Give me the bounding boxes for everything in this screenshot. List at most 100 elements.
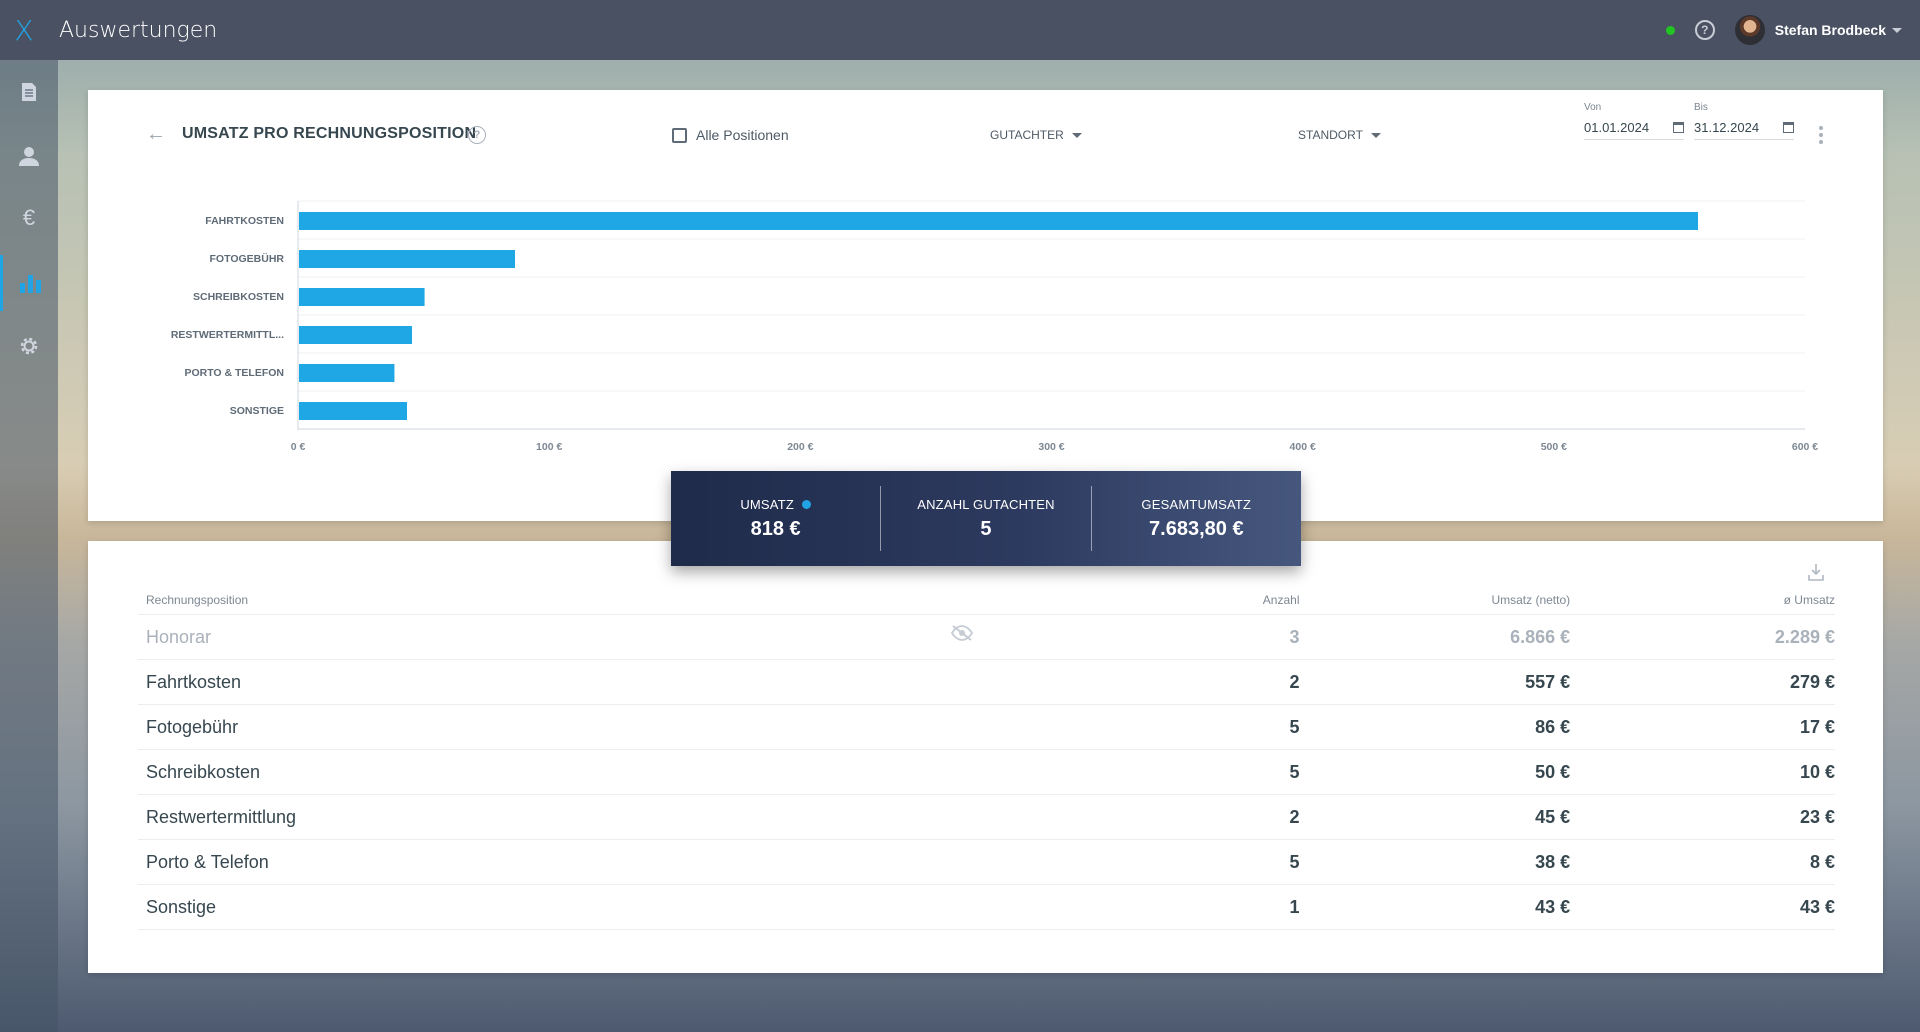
revenue-value: 45 € [1535,806,1571,827]
header-position[interactable]: Rechnungsposition [138,593,916,607]
avg-value: 23 € [1799,806,1835,827]
sidebar-item-reports[interactable] [0,255,58,311]
page-title: Auswertungen [59,17,218,43]
eye-off-icon[interactable] [950,624,974,641]
avg-value: 2.289 € [1774,626,1835,647]
category-label: PORTO & TELEFON [184,367,284,379]
x-tick-label: 400 € [1290,441,1316,450]
category-label: RESTWERTERMITTL... [171,329,284,341]
position-name-text: Honorar [146,626,212,647]
table-row[interactable]: Schreibkosten 5 50 € 10 € [138,750,1835,795]
table-body: Honorar 3 6.866 €2.289 € Fahrtkosten 2 557 €2… [138,615,1835,930]
series-dot-icon [802,499,811,509]
category-label: FOTOGEBÜHR [210,252,285,265]
standort-label: STANDORT [1298,128,1363,142]
revenue-value: 43 € [1535,896,1571,917]
date-to-field[interactable]: Bis 31.12.2024 [1694,102,1794,140]
standort-dropdown[interactable]: STANDORT [1298,128,1381,142]
x-tick-label: 300 € [1038,441,1064,450]
sidebar-item-finance[interactable]: € [0,190,58,246]
date-from-value[interactable]: 01.01.2024 [1584,120,1649,135]
more-options-icon[interactable] [1819,126,1823,144]
table-header: Rechnungsposition Anzahl Umsatz (netto) … [138,585,1835,615]
gutachter-dropdown[interactable]: GUTACHTER [990,128,1082,142]
top-bar: X Auswertungen ? Stefan Brodbeck [0,0,1920,60]
chart-title: UMSATZ PRO RECHNUNGSPOSITION [182,125,477,142]
header-count[interactable]: Anzahl [916,593,1300,607]
title-help-icon[interactable]: ? [468,126,486,144]
person-icon [19,147,39,166]
avg-value: 8 € [1809,851,1835,872]
topbar-right: ? Stefan Brodbeck [1665,0,1902,60]
back-arrow-icon[interactable]: ← [146,123,166,146]
table-row[interactable]: Fotogebühr 5 86 € 17 € [138,705,1835,750]
position-name: Porto & Telefon [146,851,269,872]
bar[interactable] [299,364,395,382]
online-status-icon [1665,25,1675,35]
date-to-label: Bis [1694,102,1708,113]
bar[interactable] [299,288,425,306]
date-to-value[interactable]: 31.12.2024 [1694,120,1759,135]
table-row[interactable]: Porto & Telefon 5 38 € 8 € [138,840,1835,885]
euro-icon: € [22,205,36,230]
bar[interactable] [299,326,413,344]
count-value: 5 [1289,761,1300,782]
summary-umsatz: UMSATZ 818 € [671,486,880,551]
table-row[interactable]: Honorar 3 6.866 €2.289 € [138,615,1835,660]
summary-panel: UMSATZ 818 € ANZAHL GUTACHTEN 5 GESAMTUM… [671,471,1301,566]
app-logo[interactable]: X [0,0,48,60]
summary-gesamt-value: 7.683,80 € [1149,517,1244,540]
table-row[interactable]: Fahrtkosten 2 557 € 279 € [138,660,1835,705]
bar-chart: FAHRTKOSTEN FOTOGEBÜHR SCHREIBKOSTEN RESTWE… [171,200,1818,450]
x-tick-label: 0 € [291,441,306,450]
table-row[interactable]: Sonstige 1 43 € 43 € [138,885,1835,930]
bar[interactable] [299,212,1698,230]
x-tick-label: 500 € [1541,441,1567,450]
category-label: FAHRTKOSTEN [205,215,284,227]
data-table: Rechnungsposition Anzahl Umsatz (netto) … [138,585,1835,930]
category-label: SCHREIBKOSTEN [193,291,284,303]
revenue-value: 50 € [1535,761,1571,782]
date-from-field[interactable]: Von 01.01.2024 [1584,102,1684,140]
revenue-value: 86 € [1535,716,1571,737]
count-value: 1 [1289,896,1300,917]
checkbox-box[interactable] [672,127,687,143]
all-positions-checkbox[interactable]: Alle Positionen [672,127,789,143]
download-icon[interactable] [1808,563,1824,581]
summary-gesamt-label: GESAMTUMSATZ [1141,496,1252,512]
header-revenue[interactable]: Umsatz (netto) [1300,593,1570,607]
sidebar-item-documents[interactable] [0,64,58,120]
user-menu-chevron-down-icon[interactable] [1892,27,1902,33]
table-card: Rechnungsposition Anzahl Umsatz (netto) … [88,541,1883,973]
sidebar-item-settings[interactable] [0,318,58,374]
all-positions-label: Alle Positionen [696,127,789,143]
sidebar: € [0,60,58,1032]
user-name[interactable]: Stefan Brodbeck [1775,22,1886,38]
help-icon[interactable]: ? [1694,20,1715,40]
count-value: 5 [1289,851,1300,872]
revenue-value: 6.866 € [1510,626,1571,647]
position-name: Fahrtkosten [146,671,242,692]
summary-umsatz-label: UMSATZ [740,496,794,512]
avatar[interactable] [1734,15,1765,45]
sidebar-item-contacts[interactable] [0,128,58,184]
x-tick-label: 600 € [1792,441,1818,450]
summary-umsatz-value: 818 € [750,517,801,540]
chevron-down-icon [1071,132,1082,138]
gutachter-label: GUTACHTER [990,128,1064,142]
avg-value: 279 € [1789,671,1835,692]
position-name: Restwertermittlung [146,806,297,827]
header-avg[interactable]: ø Umsatz [1570,593,1835,607]
summary-anzahl-label: ANZAHL GUTACHTEN [917,496,1055,512]
calendar-icon[interactable] [1783,122,1794,133]
avg-value: 10 € [1799,761,1835,782]
summary-anzahl: ANZAHL GUTACHTEN 5 [880,486,1090,551]
calendar-icon[interactable] [1673,122,1684,133]
revenue-value: 557 € [1525,671,1571,692]
bar[interactable] [299,402,408,420]
position-name: Honorar [138,624,974,648]
category-label: SONSTIGE [230,405,284,417]
bar[interactable] [299,250,516,268]
table-row[interactable]: Restwertermittlung 2 45 € 23 € [138,795,1835,840]
revenue-value: 38 € [1535,851,1571,872]
